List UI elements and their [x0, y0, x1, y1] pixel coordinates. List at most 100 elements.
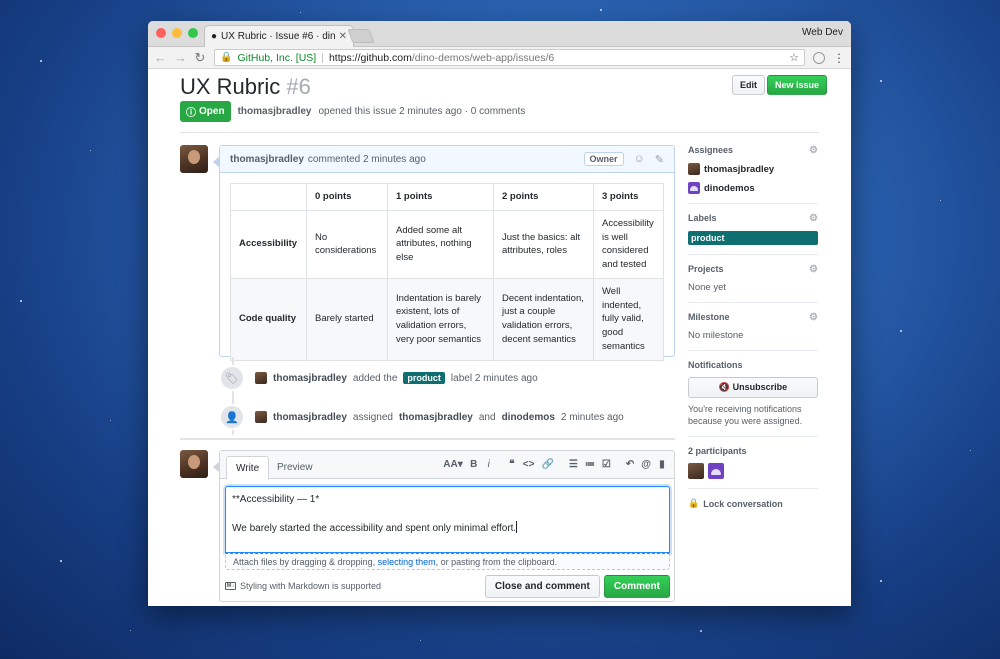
address-bar[interactable]: 🔒 GitHub, Inc. [US] | https://github.com…: [214, 49, 805, 66]
gear-icon[interactable]: ⚙: [809, 264, 818, 275]
assignee-link[interactable]: dinodemos: [502, 412, 555, 423]
avatar[interactable]: [708, 463, 724, 480]
table-cell: Just the basics: alt attributes, roles: [493, 209, 594, 279]
bookmark-icon[interactable]: ▮: [658, 459, 666, 470]
forward-icon[interactable]: →: [174, 51, 187, 64]
milestone-header[interactable]: Milestone ⚙: [688, 312, 818, 323]
browser-tab[interactable]: ● UX Rubric · Issue #6 · dino-de ✕: [204, 25, 354, 47]
milestone-value: No milestone: [688, 330, 744, 341]
avatar[interactable]: [180, 450, 208, 478]
header-text-icon[interactable]: AA▾: [443, 459, 462, 470]
attach-text-after: , or pasting from the clipboard.: [435, 557, 558, 567]
zoom-window-button[interactable]: [188, 28, 198, 38]
markdown-toolbar: AA▾ B i ❝ <> 🔗 ☰ ≔ ☑ ↶ @ ▮: [443, 459, 666, 470]
assignee-name: dinodemos: [704, 182, 755, 194]
minimize-window-button[interactable]: [172, 28, 182, 38]
assignees-section: Assignees ⚙ thomasjbradley dinodemos: [688, 145, 818, 204]
new-tab-button[interactable]: [347, 29, 375, 43]
edit-button[interactable]: Edit: [732, 75, 765, 95]
projects-header[interactable]: Projects ⚙: [688, 264, 818, 275]
mute-icon: 🔇: [718, 382, 731, 392]
event-actor-link[interactable]: thomasjbradley: [273, 412, 347, 423]
person-icon: 👤: [219, 404, 245, 430]
projects-title: Projects: [688, 264, 724, 274]
add-reaction-icon[interactable]: ☺: [634, 153, 645, 165]
event-actor-link[interactable]: thomasjbradley: [273, 373, 347, 384]
markdown-icon: M↓: [225, 582, 236, 590]
tab-title: UX Rubric · Issue #6 · dino-de: [221, 31, 335, 42]
profile-name[interactable]: Web Dev: [802, 27, 843, 38]
link-icon[interactable]: 🔗: [541, 459, 553, 470]
projects-section: Projects ⚙ None yet: [688, 264, 818, 303]
labels-header[interactable]: Labels ⚙: [688, 213, 818, 224]
browser-window: ● UX Rubric · Issue #6 · dino-de ✕ Web D…: [148, 21, 851, 606]
editor-line-2-text: We barely started the accessibility and …: [232, 522, 517, 534]
browser-menu-icon[interactable]: ⋮: [833, 52, 845, 64]
omnibox-separator: |: [321, 51, 324, 64]
product-label[interactable]: product: [688, 231, 818, 245]
task-list-icon[interactable]: ☑: [602, 459, 611, 470]
product-label[interactable]: product: [403, 372, 445, 384]
avatar[interactable]: [255, 372, 267, 384]
status-badge: ⓘ Open: [180, 101, 231, 122]
mention-icon[interactable]: @: [641, 459, 651, 470]
assignees-header[interactable]: Assignees ⚙: [688, 145, 818, 156]
unsubscribe-button[interactable]: 🔇 Unsubscribe: [688, 377, 818, 398]
table-row: Accessibility No considerations Added so…: [230, 209, 664, 279]
tab-preview[interactable]: Preview: [268, 456, 322, 479]
avatar[interactable]: [688, 463, 704, 480]
table-row-head: Accessibility: [230, 209, 307, 279]
reply-icon[interactable]: ↶: [626, 459, 634, 470]
italic-icon[interactable]: i: [485, 459, 493, 470]
avatar: [688, 163, 700, 175]
event-action: added the: [352, 372, 398, 384]
issue-author-link[interactable]: thomasjbradley: [238, 106, 312, 117]
table-header-cell: 2 points: [493, 183, 594, 211]
timeline-divider: [180, 438, 675, 440]
browser-toolbar: ← → ↻ 🔒 GitHub, Inc. [US] | https://gith…: [148, 47, 851, 69]
issue-sidebar: Assignees ⚙ thomasjbradley dinodemos Labe…: [688, 145, 818, 527]
extension-icon[interactable]: [813, 51, 825, 64]
issue-comment: thomasjbradley commented 2 minutes ago O…: [213, 145, 675, 361]
reload-icon[interactable]: ↻: [194, 51, 206, 64]
edit-pencil-icon[interactable]: ✎: [655, 153, 664, 166]
issue-title: UX Rubric #6: [180, 74, 311, 100]
attach-files-bar[interactable]: Attach files by dragging & dropping, sel…: [225, 553, 670, 570]
table-header-row: 0 points 1 points 2 points 3 points: [230, 183, 664, 211]
tag-icon: 🏷: [219, 365, 245, 391]
labels-section: Labels ⚙ product: [688, 213, 818, 255]
new-issue-button[interactable]: New issue: [767, 75, 828, 95]
comment-textarea[interactable]: **Accessibility — 1* We barely started t…: [225, 486, 670, 553]
assignee-item[interactable]: dinodemos: [688, 182, 818, 194]
back-icon[interactable]: ←: [154, 51, 167, 64]
url-host: https://github.com: [328, 51, 412, 64]
code-icon[interactable]: <>: [523, 459, 535, 470]
window-controls: [156, 28, 198, 38]
bulleted-list-icon[interactable]: ☰: [569, 459, 578, 470]
markdown-note[interactable]: M↓ Styling with Markdown is supported: [225, 581, 485, 591]
bookmark-star-icon[interactable]: ☆: [789, 51, 799, 64]
bold-icon[interactable]: B: [470, 459, 478, 470]
avatar[interactable]: [255, 411, 267, 423]
tab-write[interactable]: Write: [226, 456, 270, 480]
comment-button[interactable]: Comment: [603, 574, 670, 598]
participant-avatars: [688, 463, 818, 480]
gear-icon[interactable]: ⚙: [809, 312, 818, 323]
tab-close-icon[interactable]: ✕: [339, 31, 347, 42]
close-window-button[interactable]: [156, 28, 166, 38]
event-suffix: label 2 minutes ago: [450, 372, 538, 384]
avatar[interactable]: [180, 145, 208, 173]
lock-conversation-link[interactable]: 🔒 Lock conversation: [688, 498, 818, 509]
gear-icon[interactable]: ⚙: [809, 145, 818, 156]
comment-author-link[interactable]: thomasjbradley: [230, 154, 304, 165]
notifications-section: Notifications 🔇 Unsubscribe You're recei…: [688, 360, 818, 438]
comment-time: commented 2 minutes ago: [307, 153, 426, 165]
quote-icon[interactable]: ❝: [508, 459, 516, 470]
assignee-item[interactable]: thomasjbradley: [688, 163, 818, 175]
notifications-header: Notifications: [688, 360, 818, 370]
select-files-link[interactable]: selecting them: [378, 557, 436, 567]
close-and-comment-button[interactable]: Close and comment: [484, 574, 600, 598]
gear-icon[interactable]: ⚙: [809, 213, 818, 224]
assignee-link[interactable]: thomasjbradley: [399, 412, 473, 423]
numbered-list-icon[interactable]: ≔: [585, 459, 595, 470]
